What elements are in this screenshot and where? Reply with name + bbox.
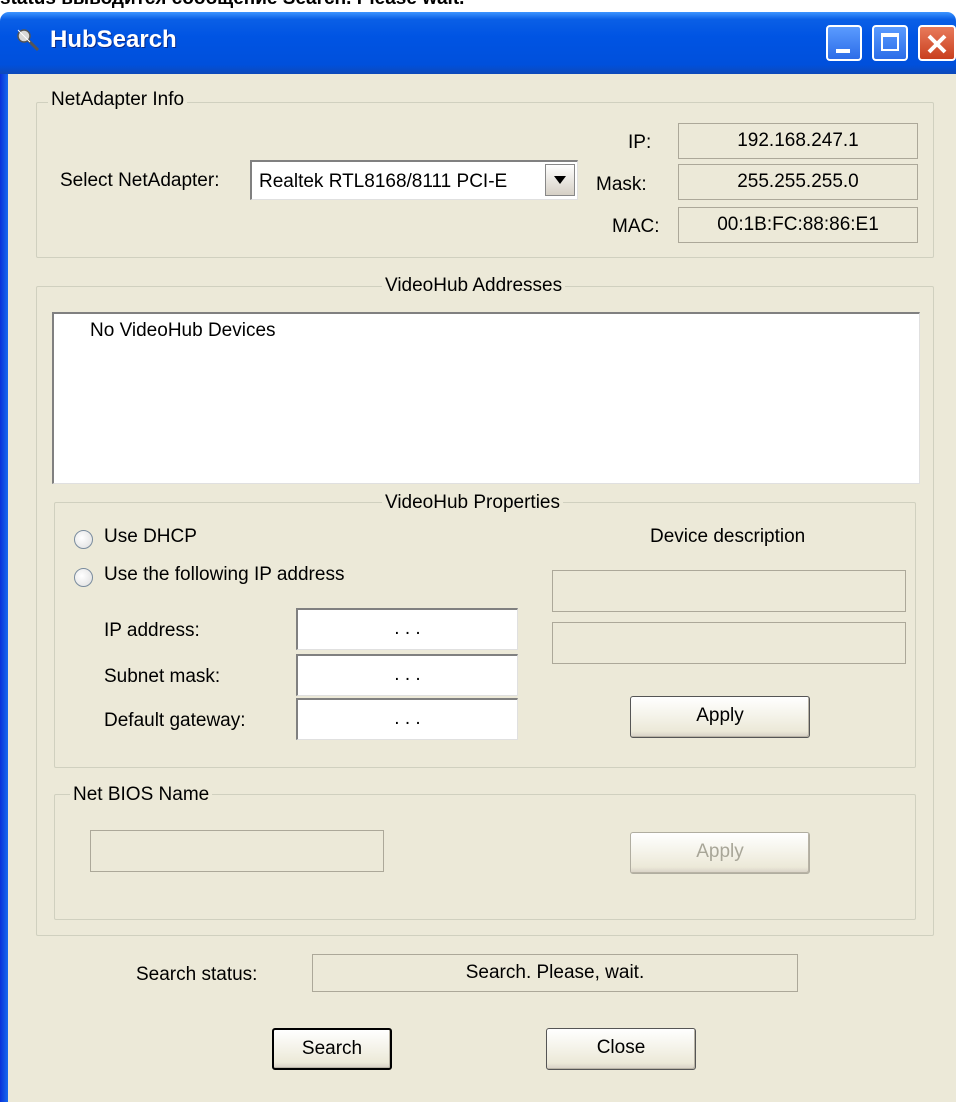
close-window-button[interactable] bbox=[918, 25, 956, 61]
videohub-properties-legend: VideoHub Properties bbox=[382, 492, 563, 514]
subnet-mask-label: Subnet mask: bbox=[104, 666, 221, 687]
default-gateway-input[interactable]: . . . bbox=[296, 698, 518, 740]
maximize-button[interactable] bbox=[872, 25, 908, 61]
page-caption: status выводится сообщение Search. Pleas… bbox=[0, 0, 464, 10]
search-status-field: Search. Please, wait. bbox=[312, 954, 798, 992]
minimize-icon bbox=[836, 49, 850, 53]
mask-value-field: 255.255.255.0 bbox=[678, 164, 918, 200]
device-description-field-2 bbox=[552, 622, 906, 664]
netadapter-legend: NetAdapter Info bbox=[48, 89, 188, 111]
app-icon bbox=[17, 29, 40, 52]
title-bar[interactable]: HubSearch bbox=[0, 12, 956, 74]
device-description-label: Device description bbox=[650, 526, 806, 547]
netbios-name-input[interactable] bbox=[90, 830, 384, 872]
close-icon bbox=[927, 34, 947, 54]
ip-address-label: IP address: bbox=[104, 620, 200, 641]
use-dhcp-radio[interactable] bbox=[74, 530, 93, 549]
netbios-legend: Net BIOS Name bbox=[70, 784, 213, 806]
subnet-mask-input[interactable]: . . . bbox=[296, 654, 518, 696]
maximize-icon bbox=[881, 33, 899, 51]
device-description-field-1 bbox=[552, 570, 906, 612]
hubsearch-window: HubSearch NetAdapter Info Select NetAdap… bbox=[0, 12, 956, 1102]
default-gateway-label: Default gateway: bbox=[104, 710, 246, 731]
use-static-ip-radio[interactable] bbox=[74, 568, 93, 587]
mask-label: Mask: bbox=[596, 174, 647, 195]
ip-address-input[interactable]: . . . bbox=[296, 608, 518, 650]
videohub-addresses-legend: VideoHub Addresses bbox=[382, 275, 566, 297]
dropdown-button[interactable] bbox=[545, 164, 575, 196]
search-status-label: Search status: bbox=[136, 964, 258, 985]
search-button[interactable]: Search bbox=[272, 1028, 392, 1070]
videohub-address-list[interactable]: No VideoHub Devices bbox=[52, 312, 920, 484]
mac-value-field: 00:1B:FC:88:86:E1 bbox=[678, 207, 918, 243]
use-static-ip-label[interactable]: Use the following IP address bbox=[104, 564, 344, 586]
ip-label: IP: bbox=[628, 132, 652, 153]
mac-label: MAC: bbox=[612, 216, 660, 237]
netadapter-selected-value: Realtek RTL8168/8111 PCI-E bbox=[259, 171, 508, 192]
ip-value-field: 192.168.247.1 bbox=[678, 123, 918, 159]
minimize-button[interactable] bbox=[826, 25, 862, 61]
properties-apply-button[interactable]: Apply bbox=[630, 696, 810, 738]
chevron-down-icon bbox=[554, 176, 566, 184]
use-dhcp-label[interactable]: Use DHCP bbox=[104, 526, 197, 548]
close-button[interactable]: Close bbox=[546, 1028, 696, 1070]
window-frame-left bbox=[0, 74, 8, 1102]
netbios-apply-button[interactable]: Apply bbox=[630, 832, 810, 874]
list-item[interactable]: No VideoHub Devices bbox=[90, 320, 276, 342]
window-title: HubSearch bbox=[50, 26, 177, 53]
netadapter-select[interactable]: Realtek RTL8168/8111 PCI-E bbox=[250, 160, 578, 200]
select-netadapter-label: Select NetAdapter: bbox=[60, 170, 220, 191]
